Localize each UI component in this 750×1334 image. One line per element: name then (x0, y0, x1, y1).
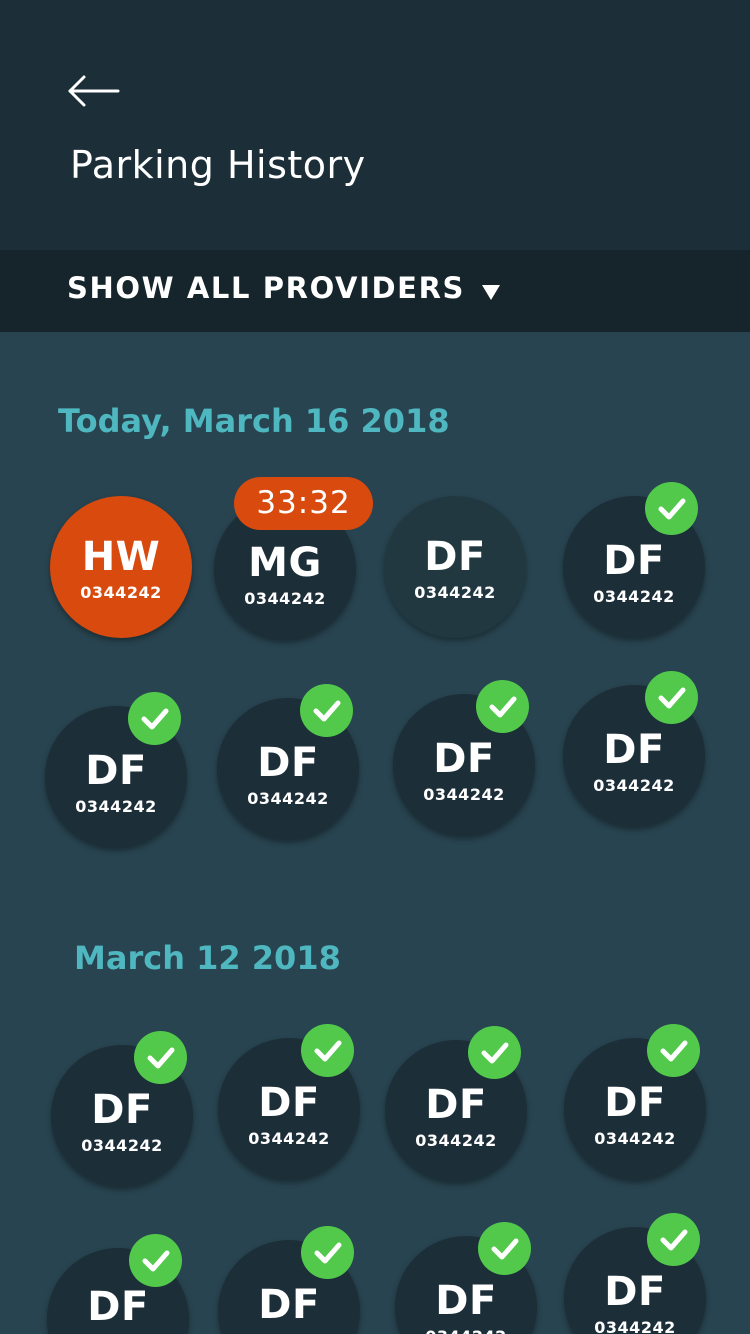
plate-number: 0344242 (81, 1136, 163, 1155)
provider-code: DF (258, 1282, 320, 1328)
section-date-heading: Today, March 16 2018 (58, 402, 450, 440)
provider-code: DF (258, 1080, 320, 1126)
check-icon (134, 1031, 187, 1084)
provider-code: DF (604, 1080, 666, 1126)
check-icon (468, 1026, 521, 1079)
plate-number: 0344242 (594, 1318, 676, 1334)
provider-code: DF (91, 1087, 153, 1133)
plate-number: 0344242 (80, 583, 162, 602)
provider-code: DF (87, 1284, 149, 1330)
parking-session-circle[interactable]: DF 0344242 (384, 496, 526, 638)
section-date-heading: March 12 2018 (74, 939, 341, 977)
plate-number: 0344242 (248, 1129, 330, 1148)
app-header: Parking History (0, 0, 750, 250)
parking-session-circle[interactable]: HW 0344242 (50, 496, 192, 638)
provider-code: DF (257, 740, 319, 786)
back-button[interactable] (66, 68, 126, 114)
provider-code: HW (81, 534, 161, 580)
plate-number: 0344242 (75, 797, 157, 816)
plate-number: 0344242 (594, 1129, 676, 1148)
check-icon (300, 684, 353, 737)
provider-code: DF (433, 736, 495, 782)
provider-code: DF (604, 1269, 666, 1315)
provider-code: MG (248, 540, 322, 586)
check-icon (128, 692, 181, 745)
check-icon (647, 1024, 700, 1077)
check-icon (645, 671, 698, 724)
provider-filter-label[interactable]: SHOW ALL PROVIDERS (67, 271, 465, 305)
session-timer-badge: 33:32 (234, 477, 373, 530)
plate-number: 0344242 (593, 587, 675, 606)
check-icon (301, 1226, 354, 1279)
plate-number: 0344242 (593, 776, 675, 795)
caret-down-icon[interactable] (482, 285, 500, 300)
check-icon (645, 482, 698, 535)
provider-code: DF (85, 748, 147, 794)
arrow-left-icon[interactable] (66, 74, 120, 108)
provider-code: DF (425, 1082, 487, 1128)
plate-number: 0344242 (395, 1327, 537, 1334)
check-icon (301, 1024, 354, 1077)
check-icon (129, 1234, 182, 1287)
plate-number: 0344242 (415, 1131, 497, 1150)
plate-number: 0344242 (414, 583, 496, 602)
provider-code: DF (435, 1278, 497, 1324)
provider-code: DF (603, 727, 665, 773)
check-icon (476, 680, 529, 733)
page-title: Parking History (70, 143, 366, 187)
plate-number: 0344242 (244, 589, 326, 608)
provider-code: DF (603, 538, 665, 584)
provider-code: DF (424, 534, 486, 580)
plate-number: 0344242 (423, 785, 505, 804)
plate-number: 0344242 (247, 789, 329, 808)
check-icon (647, 1213, 700, 1266)
check-icon (478, 1222, 531, 1275)
